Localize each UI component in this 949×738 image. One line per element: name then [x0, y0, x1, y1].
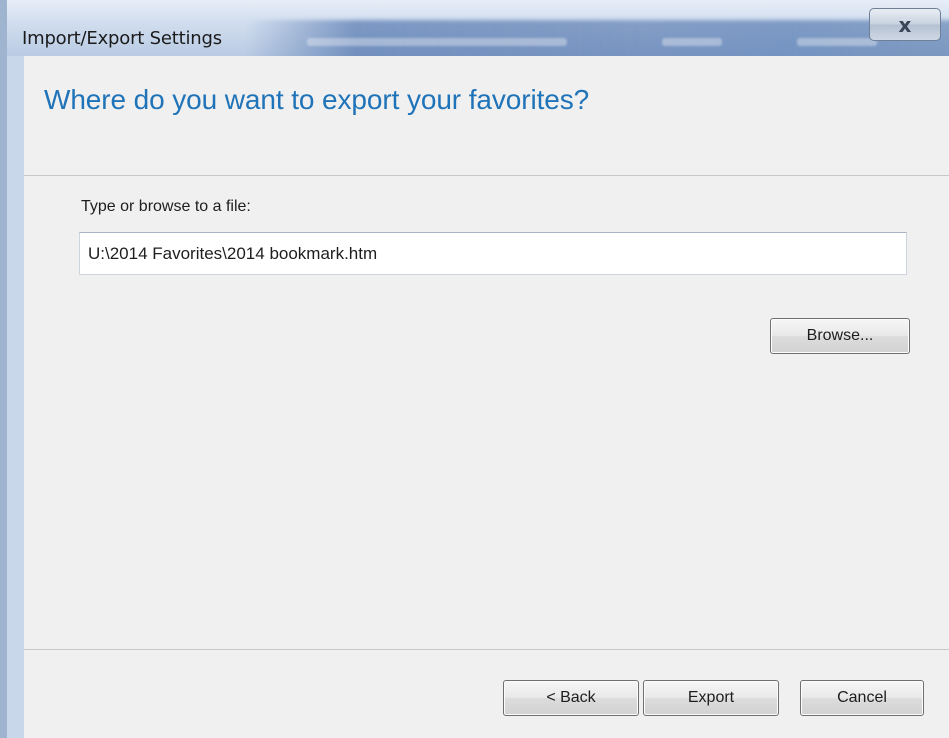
close-button[interactable]: x [869, 8, 941, 41]
export-button[interactable]: Export [643, 680, 779, 716]
page-title: Where do you want to export your favorit… [44, 84, 590, 115]
cancel-button[interactable]: Cancel [800, 680, 924, 716]
back-button[interactable]: < Back [503, 680, 639, 716]
window-title: Import/Export Settings [22, 28, 222, 49]
import-export-dialog: Import/Export Settings x Where do you wa… [0, 0, 949, 738]
background-window-text-blur [307, 38, 567, 46]
footer-divider [24, 649, 949, 650]
browse-button[interactable]: Browse... [770, 318, 910, 354]
dialog-body: Type or browse to a file: Browse... < Ba… [24, 176, 949, 738]
dialog-header: Where do you want to export your favorit… [24, 56, 949, 176]
background-window-text-blur [797, 38, 877, 46]
title-bar[interactable]: Import/Export Settings x [7, 0, 949, 56]
file-path-label: Type or browse to a file: [81, 198, 251, 215]
background-window-text-blur [662, 38, 722, 46]
close-icon: x [898, 12, 912, 37]
file-path-input[interactable] [79, 232, 907, 275]
